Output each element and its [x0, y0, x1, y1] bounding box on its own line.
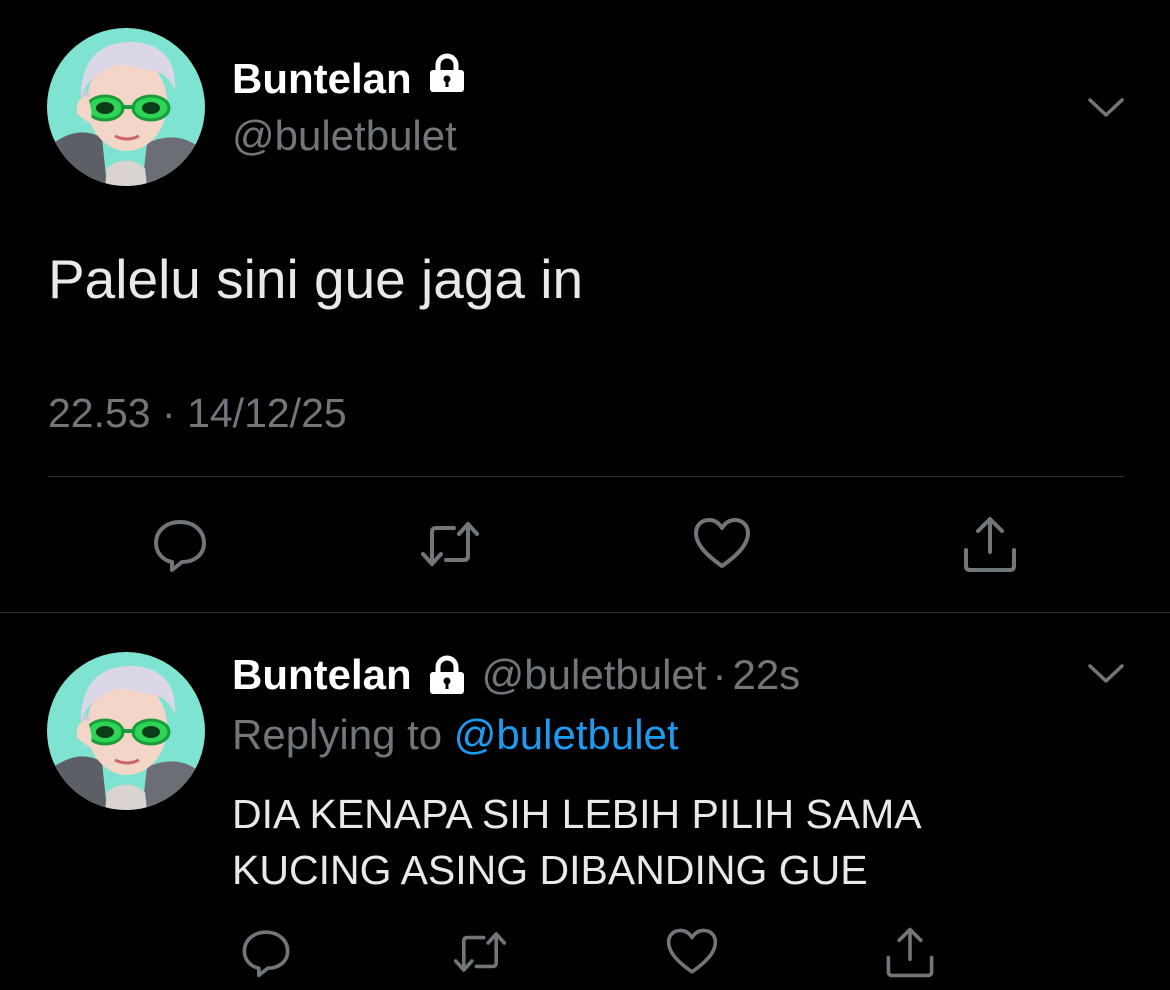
retweet-button[interactable] [418, 512, 482, 576]
reply-display-name[interactable]: Buntelan [232, 648, 412, 702]
lock-icon [426, 654, 468, 696]
reply-text-line: KUCING ASING DIBANDING GUE [232, 847, 868, 893]
retweet-icon [418, 514, 482, 574]
separator: · [712, 651, 727, 698]
reply-text: DIA KENAPA SIH LEBIH PILIH SAMA KUCING A… [232, 786, 1132, 898]
reply-handle[interactable]: @buletbulet [482, 648, 707, 702]
reply-text-line: DIA KENAPA SIH LEBIH PILIH SAMA [232, 791, 922, 837]
timestamp[interactable]: 22.53 · 14/12/25 [48, 388, 347, 438]
tweet-date: 14/12/25 [187, 390, 347, 436]
chevron-down-icon[interactable] [1087, 662, 1125, 686]
share-button[interactable] [958, 512, 1022, 576]
reply-button[interactable] [148, 512, 212, 576]
lock-icon [426, 52, 468, 106]
retweet-button[interactable] [448, 920, 512, 984]
retweet-icon [451, 925, 509, 979]
divider [48, 476, 1124, 477]
heart-icon [665, 925, 719, 979]
like-button[interactable] [660, 920, 724, 984]
share-icon [883, 925, 937, 979]
reply-icon [239, 925, 293, 979]
divider [0, 612, 1170, 613]
display-name[interactable]: Buntelan [232, 52, 468, 106]
like-button[interactable] [690, 512, 754, 576]
share-icon [960, 514, 1020, 574]
reply-icon [150, 514, 210, 574]
reply-button[interactable] [234, 920, 298, 984]
tweet-time: 22.53 [48, 390, 151, 436]
heart-icon [692, 514, 752, 574]
reply-header: Buntelan @buletbulet · 22s [232, 648, 800, 702]
tweet-text: Palelu sini gue jaga in [48, 248, 584, 310]
chevron-down-icon[interactable] [1087, 96, 1125, 120]
handle[interactable]: @buletbulet [232, 110, 457, 162]
share-button[interactable] [878, 920, 942, 984]
replying-mention[interactable]: @buletbulet [454, 711, 679, 758]
reply-avatar[interactable] [47, 652, 205, 810]
separator: · [162, 390, 176, 436]
replying-prefix: Replying to [232, 711, 443, 758]
display-name-text[interactable]: Buntelan [232, 53, 412, 105]
reply-age[interactable]: 22s [732, 648, 800, 702]
avatar[interactable] [47, 28, 205, 186]
replying-to: Replying to @buletbulet [232, 708, 679, 762]
